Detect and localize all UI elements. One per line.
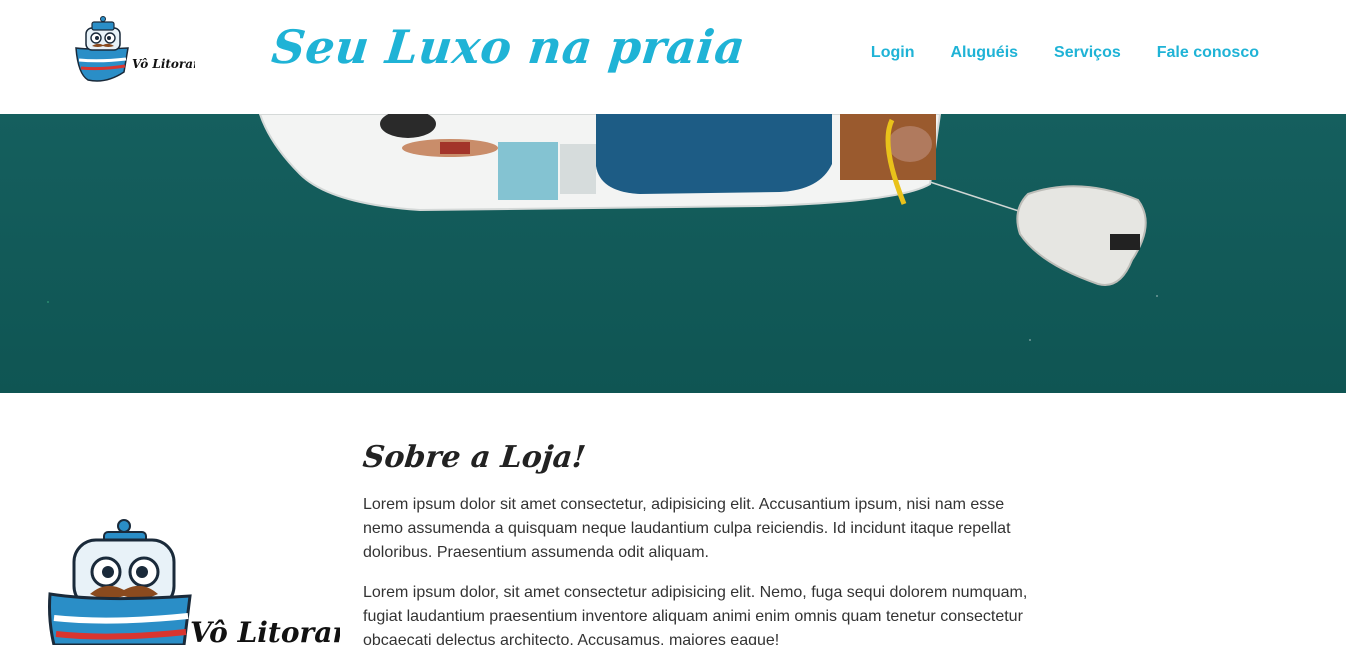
- about-section: Sobre a Loja! Lorem ipsum dolor sit amet…: [361, 440, 1043, 645]
- hero-banner: [0, 114, 1346, 393]
- nav-login-link[interactable]: Login: [871, 44, 915, 62]
- hero-yacht-image: [0, 114, 1346, 393]
- nav-contact-link[interactable]: Fale conosco: [1157, 44, 1259, 62]
- about-paragraph-2: Lorem ipsum dolor, sit amet consectetur …: [363, 584, 1028, 645]
- main-nav: Login Aluguéis Serviços Fale conosco: [871, 44, 1259, 62]
- brand-logo[interactable]: Vô Litorar!: [70, 14, 195, 88]
- nav-services-link[interactable]: Serviços: [1054, 44, 1121, 62]
- about-title: Sobre a Loja!: [361, 440, 588, 475]
- site-header: Vô Litorar! Seu Luxo na praia Login Alug…: [0, 0, 1346, 114]
- nav-rentals-link[interactable]: Aluguéis: [950, 44, 1018, 62]
- site-tagline: Seu Luxo na praia: [269, 20, 748, 74]
- about-paragraph-1: Lorem ipsum dolor sit amet consectetur, …: [363, 496, 1011, 561]
- brand-logo-text: Vô Litorar!: [132, 57, 195, 71]
- side-logo-text: Vô Litorar!: [190, 616, 340, 645]
- side-brand-logo: Vô Litorar!: [48, 519, 340, 645]
